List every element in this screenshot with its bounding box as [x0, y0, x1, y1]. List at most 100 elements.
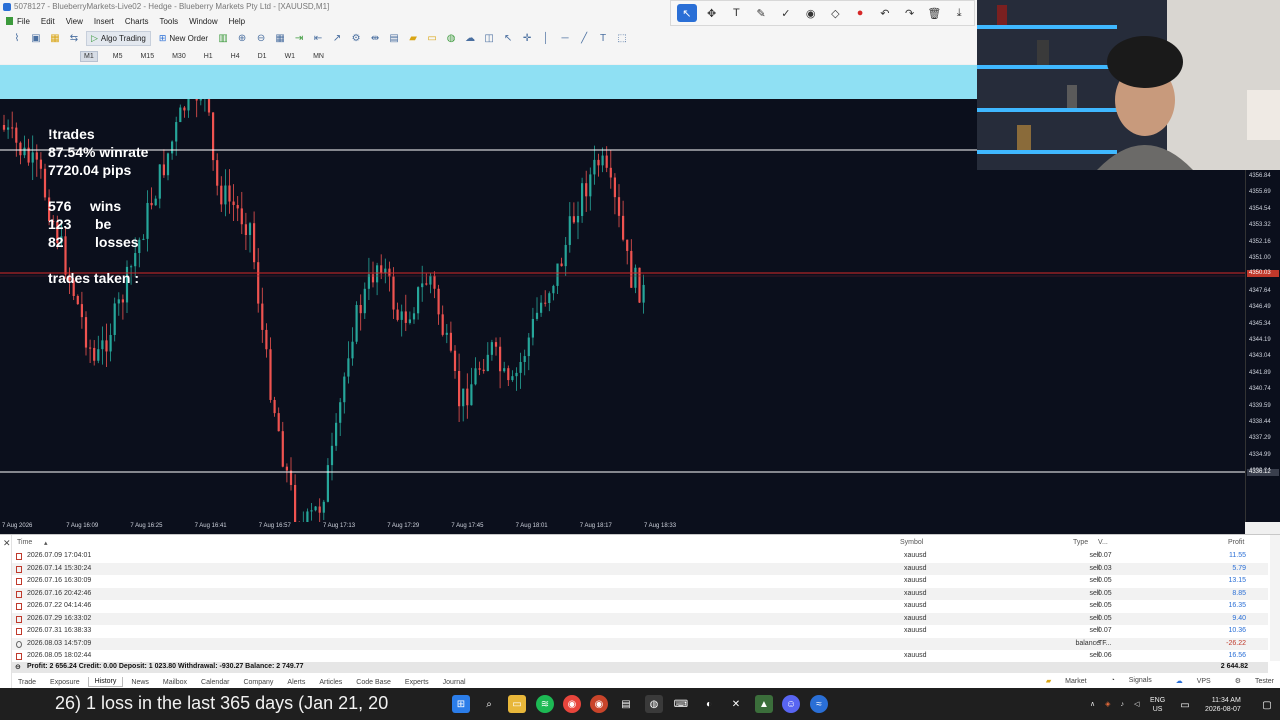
color-picker-icon[interactable]: ●: [850, 4, 870, 22]
language-indicator[interactable]: ENG US: [1150, 696, 1165, 714]
tab-exposure[interactable]: Exposure: [44, 678, 86, 687]
terminal-app-icon[interactable]: ▤: [617, 695, 635, 713]
column-type[interactable]: Type: [1073, 539, 1088, 546]
menu-tools[interactable]: Tools: [159, 17, 178, 26]
search-icon[interactable]: ⌕: [480, 695, 498, 713]
horizontal-line-icon[interactable]: ─: [558, 31, 572, 45]
table-row[interactable]: 2026.07.22 04:14:46 xauusd sell 0.05 16.35: [12, 600, 1268, 613]
timeframe-h1[interactable]: H1: [201, 52, 216, 61]
column-time[interactable]: Time: [17, 539, 32, 546]
chrome-icon[interactable]: ◉: [563, 695, 581, 713]
timeframe-d1[interactable]: D1: [255, 52, 270, 61]
table-row[interactable]: 2026.07.31 16:38:33 xauusd sell 0.07 10.36: [12, 625, 1268, 638]
table-row[interactable]: 2026.08.05 18:02:44 xauusd sell 0.06 16.56: [12, 650, 1268, 663]
pointer-tool-icon[interactable]: ↖: [677, 4, 697, 22]
tab-alerts[interactable]: Alerts: [281, 678, 311, 687]
undo-icon[interactable]: ↶: [875, 4, 895, 22]
menu-file[interactable]: File: [17, 17, 30, 26]
move-tool-icon[interactable]: ✥: [702, 4, 722, 22]
discord-icon[interactable]: ☺: [782, 695, 800, 713]
keyboard-icon[interactable]: ⌨: [672, 695, 690, 713]
timeframe-h4[interactable]: H4: [228, 52, 243, 61]
tab-company[interactable]: Company: [237, 678, 279, 687]
timeframe-m1[interactable]: M1: [80, 50, 98, 62]
objects-icon[interactable]: ⚙: [349, 31, 363, 45]
notification-icon[interactable]: ▢: [1258, 696, 1276, 714]
menu-help[interactable]: Help: [229, 17, 245, 26]
tab-vps[interactable]: ☁ VPS: [1164, 677, 1211, 685]
depth-of-market-icon[interactable]: ▥: [216, 31, 230, 45]
zoom-out-icon[interactable]: ⊖: [254, 31, 268, 45]
network-icon[interactable]: ▭: [1176, 696, 1194, 714]
autoscroll-icon[interactable]: ⇥: [292, 31, 306, 45]
capcut-icon[interactable]: ◐: [700, 695, 718, 713]
lock-icon[interactable]: ▰: [406, 31, 420, 45]
tab-tester[interactable]: ⚙ Tester: [1223, 677, 1274, 685]
timeframe-m15[interactable]: M15: [137, 52, 157, 61]
text-draw-icon[interactable]: T: [727, 4, 747, 22]
tab-journal[interactable]: Journal: [437, 678, 472, 687]
clock[interactable]: 11:34 AM 2026-08-07: [1205, 696, 1241, 714]
highlight-tool-icon[interactable]: ◉: [801, 4, 821, 22]
tray-chevron-up-icon[interactable]: ∧: [1090, 700, 1095, 708]
crosshair-icon[interactable]: ✛: [520, 31, 534, 45]
column-profit[interactable]: Profit: [1228, 539, 1244, 546]
eraser-tool-icon[interactable]: ◇: [826, 4, 846, 22]
menu-view[interactable]: View: [66, 17, 83, 26]
table-row[interactable]: 2026.07.14 15:30:24 xauusd sell 0.03 5.79: [12, 562, 1268, 575]
windows-start-icon[interactable]: ⊞: [452, 695, 470, 713]
timeframe-m30[interactable]: M30: [169, 52, 189, 61]
tray-mic-icon[interactable]: ♪: [1121, 701, 1125, 708]
trash-icon[interactable]: 🗑: [925, 4, 945, 22]
column-volume[interactable]: V...: [1098, 539, 1108, 546]
history-scrollbar[interactable]: [1270, 535, 1280, 661]
indicators-icon[interactable]: ↗: [330, 31, 344, 45]
menu-edit[interactable]: Edit: [41, 17, 55, 26]
obs-icon[interactable]: ◍: [645, 695, 663, 713]
tab-trade[interactable]: Trade: [12, 678, 42, 687]
tray-volume-icon[interactable]: ◁: [1134, 700, 1139, 708]
close-icon[interactable]: ✕: [3, 538, 11, 549]
templates-folder-icon[interactable]: ▤: [387, 31, 401, 45]
time-axis[interactable]: 7 Aug 2026 7 Aug 16:09 7 Aug 16:25 7 Aug 16…: [0, 522, 1245, 534]
vertical-line-icon[interactable]: │: [539, 31, 553, 45]
tab-signals[interactable]: ◔ Signals: [1099, 677, 1152, 685]
timeframe-mn[interactable]: MN: [310, 52, 327, 61]
trendline-icon[interactable]: ╱: [577, 31, 591, 45]
app-x-icon[interactable]: ✕: [727, 695, 745, 713]
file-explorer-icon[interactable]: ▭: [508, 695, 526, 713]
profiles-icon[interactable]: ▣: [29, 31, 43, 45]
navigator-icon[interactable]: ⇆: [67, 31, 81, 45]
menu-window[interactable]: Window: [189, 17, 217, 26]
folder-icon[interactable]: ▭: [425, 31, 439, 45]
pen-tool-icon[interactable]: ✎: [751, 4, 771, 22]
zoom-in-icon[interactable]: ⊕: [235, 31, 249, 45]
table-row[interactable]: 2026.07.29 16:33:02 xauusd sell 0.05 9.40: [12, 612, 1268, 625]
tab-mailbox[interactable]: Mailbox: [157, 678, 193, 687]
redo-icon[interactable]: ↷: [900, 4, 920, 22]
timeframe-w1[interactable]: W1: [282, 52, 299, 61]
check-tool-icon[interactable]: ✓: [776, 4, 796, 22]
cloud-icon[interactable]: ☁: [463, 31, 477, 45]
price-axis[interactable]: 4356.84 4355.69 4354.54 4353.32 4352.16 4351.…: [1245, 170, 1280, 522]
tab-articles[interactable]: Articles: [313, 678, 348, 687]
timeframe-m5[interactable]: M5: [110, 52, 126, 61]
screenshot-icon[interactable]: ◫: [482, 31, 496, 45]
templates-icon[interactable]: ▦: [48, 31, 62, 45]
messenger-icon[interactable]: ≈: [810, 695, 828, 713]
tab-calendar[interactable]: Calendar: [195, 678, 235, 687]
menu-insert[interactable]: Insert: [94, 17, 114, 26]
shapes-icon[interactable]: ⬚: [615, 31, 629, 45]
tab-experts[interactable]: Experts: [399, 678, 435, 687]
cursor-icon[interactable]: ↖: [501, 31, 515, 45]
grid-icon[interactable]: ▦: [273, 31, 287, 45]
periods-icon[interactable]: ⇹: [368, 31, 382, 45]
column-symbol[interactable]: Symbol: [900, 539, 923, 546]
market-watch-icon[interactable]: ◍: [444, 31, 458, 45]
new-order-button[interactable]: ⊞ New Order: [159, 33, 208, 44]
download-icon[interactable]: ⤓: [949, 4, 969, 22]
tab-news[interactable]: News: [125, 678, 155, 687]
table-row[interactable]: 2026.07.16 20:42:46 xauusd sell 0.05 8.85: [12, 587, 1268, 600]
table-row[interactable]: 2026.07.16 16:30:09 xauusd sell 0.05 13.15: [12, 575, 1268, 588]
chrome-alt-icon[interactable]: ◉: [590, 695, 608, 713]
